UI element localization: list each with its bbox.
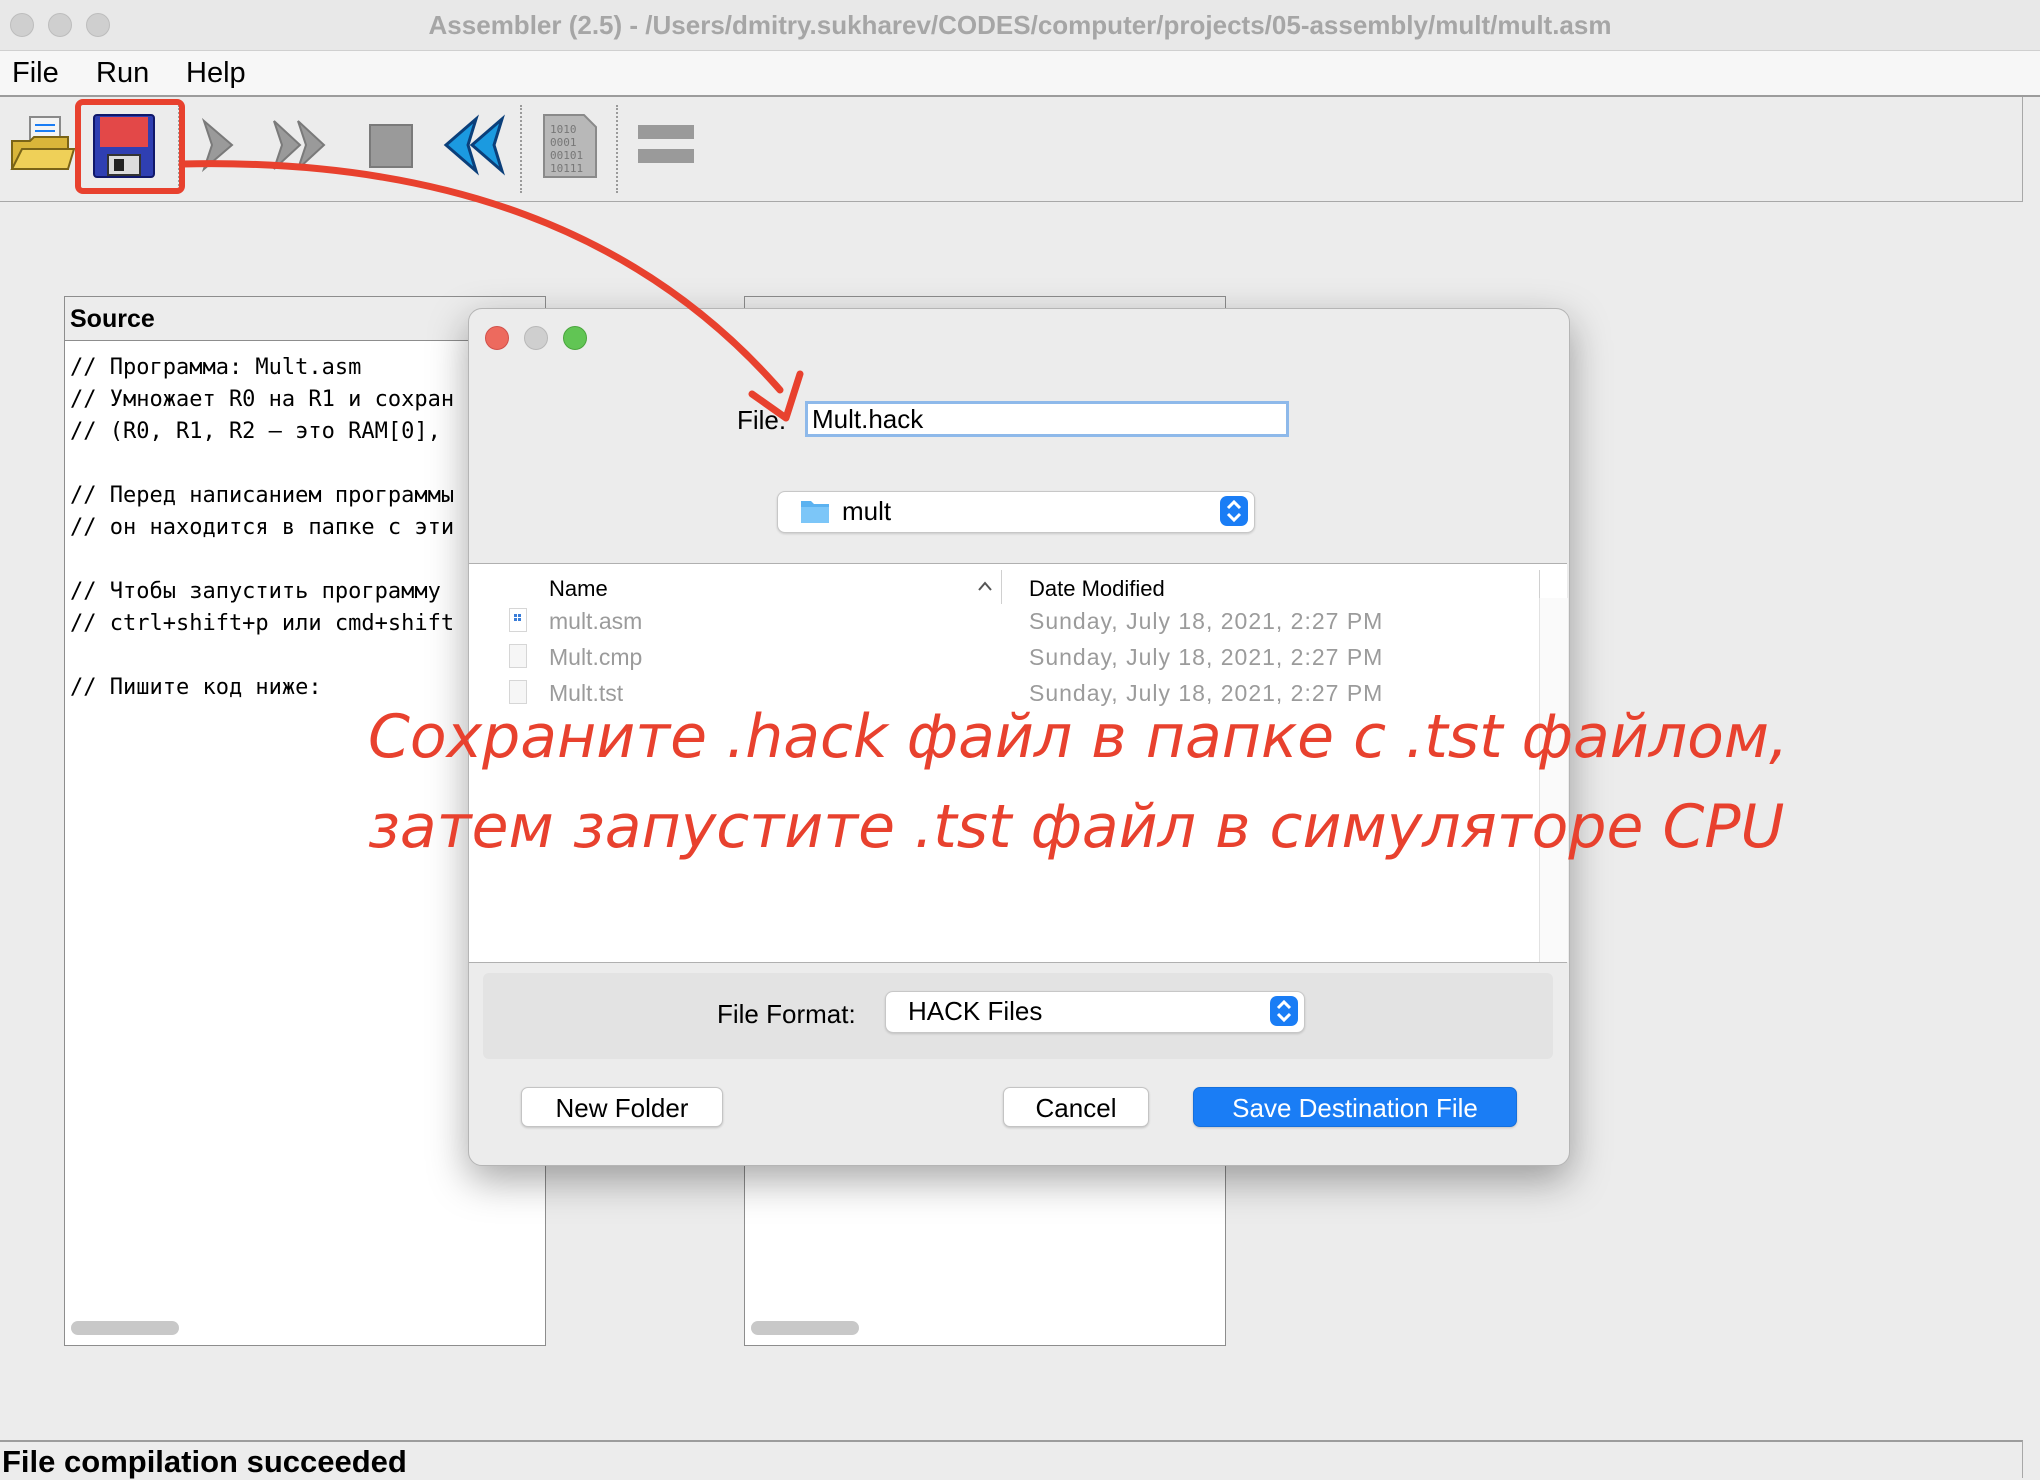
annotation-line-1: Сохраните .hack файл в папке с .tst файл… <box>368 702 1789 772</box>
status-bar: File compilation succeeded <box>0 1440 2023 1479</box>
status-message: File compilation succeeded <box>2 1444 407 1479</box>
annotation-line-2: затем запустите .tst файл в симуляторе C… <box>368 792 1785 862</box>
